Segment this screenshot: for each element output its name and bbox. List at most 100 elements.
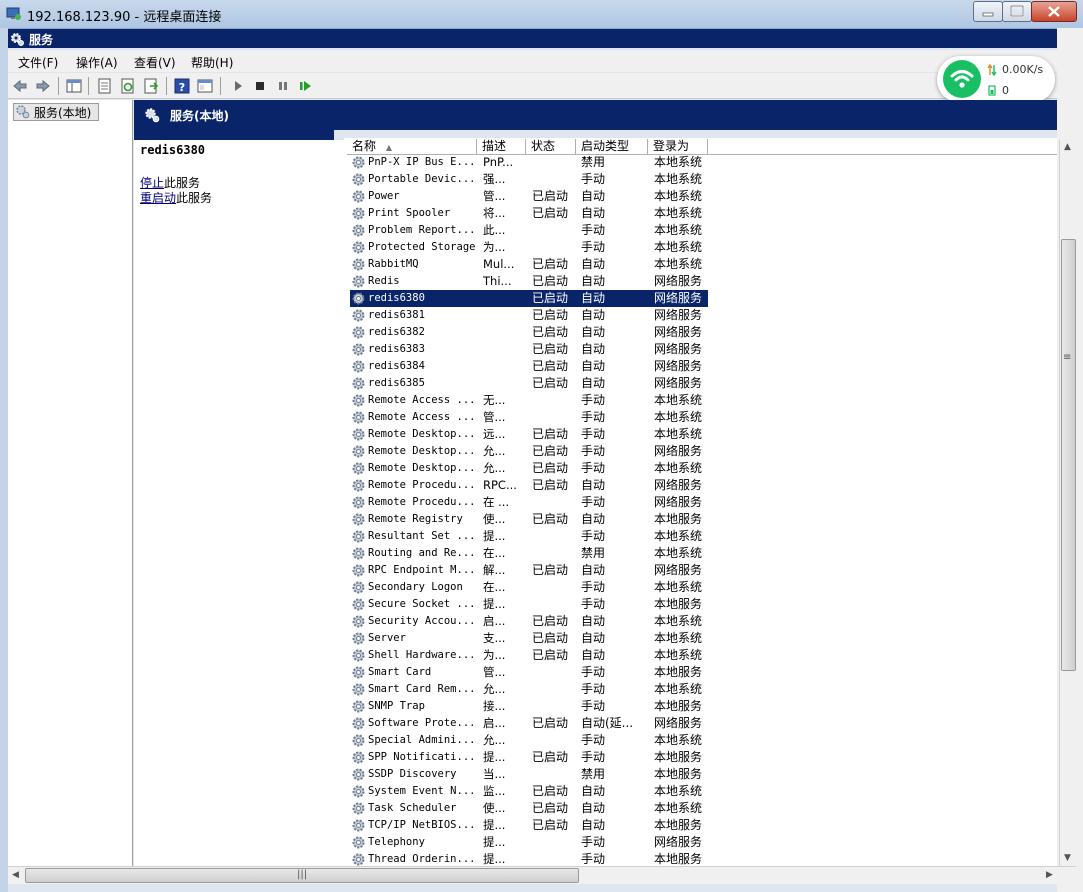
menu-help[interactable]: 帮助(H)	[191, 54, 233, 71]
service-row[interactable]: Protected Storage 为... 手动 本地系统	[350, 239, 708, 256]
service-row[interactable]: Remote Procedu... RPC... 已启动 自动 网络服务	[350, 477, 708, 494]
start-service-icon[interactable]	[230, 78, 246, 94]
menu-file[interactable]: 文件(F)	[18, 54, 58, 71]
service-row[interactable]: Remote Desktop... 允... 已启动 手动 本地系统	[350, 460, 708, 477]
service-status	[532, 596, 580, 613]
maximize-button[interactable]	[1002, 1, 1032, 22]
service-row[interactable]: RPC Endpoint M... 解... 已启动 自动 网络服务	[350, 562, 708, 579]
service-name: RPC Endpoint M...	[368, 564, 476, 576]
service-description	[483, 358, 529, 375]
show-hide-pane-icon[interactable]	[197, 78, 213, 94]
close-icon	[1048, 6, 1060, 17]
service-row[interactable]: Remote Access ... 无... 手动 本地系统	[350, 392, 708, 409]
service-name: Resultant Set ...	[368, 530, 476, 542]
service-logon-as: 本地系统	[654, 580, 703, 594]
scroll-right-icon[interactable]: ▶	[1046, 870, 1053, 880]
service-row[interactable]: Special Admini... 允... 手动 本地系统	[350, 732, 708, 749]
service-row[interactable]: SNMP Trap 接... 手动 本地服务	[350, 698, 708, 715]
properties-icon[interactable]	[97, 78, 113, 94]
column-header-name[interactable]: 名称 ▲	[347, 139, 477, 154]
column-header-description[interactable]: 描述	[477, 139, 526, 154]
service-row[interactable]: Software Prote... 启... 已启动 自动(延... 网络服务	[350, 715, 708, 732]
service-row[interactable]: Shell Hardware... 为... 已启动 自动 本地系统	[350, 647, 708, 664]
service-row[interactable]: SPP Notificati... 提... 已启动 手动 本地服务	[350, 749, 708, 766]
stop-service-link[interactable]: 停止	[140, 176, 164, 190]
scroll-up-icon[interactable]: ▲	[1064, 142, 1071, 152]
service-row[interactable]: Telephony 提... 手动 网络服务	[350, 834, 708, 851]
column-header-startup-type[interactable]: 启动类型	[576, 139, 648, 154]
service-startup-type: 自动	[581, 342, 606, 356]
service-row[interactable]: Redis Thi... 已启动 自动 网络服务	[350, 273, 708, 290]
content-title: 服务(本地)	[170, 109, 229, 123]
service-row[interactable]: Print Spooler 将... 已启动 自动 本地系统	[350, 205, 708, 222]
service-row[interactable]: PnP-X IP Bus E... PnP... 禁用 本地系统	[350, 154, 708, 171]
refresh-icon[interactable]	[120, 78, 136, 94]
service-startup-type: 手动	[581, 835, 606, 849]
service-row[interactable]: Smart Card 管... 手动 本地服务	[350, 664, 708, 681]
service-row[interactable]: redis6383 已启动 自动 网络服务	[350, 341, 708, 358]
service-row[interactable]: Secondary Logon 在... 手动 本地系统	[350, 579, 708, 596]
service-row[interactable]: System Event N... 监... 已启动 自动 本地系统	[350, 783, 708, 800]
service-row[interactable]: Secure Socket ... 提... 手动 本地服务	[350, 596, 708, 613]
service-row[interactable]: Power 管... 已启动 自动 本地系统	[350, 188, 708, 205]
service-row[interactable]: Smart Card Rem... 允... 手动 本地系统	[350, 681, 708, 698]
window-title: 192.168.123.90 - 远程桌面连接	[27, 10, 222, 25]
service-row[interactable]: Security Accou... 启... 已启动 自动 本地系统	[350, 613, 708, 630]
back-icon[interactable]	[12, 78, 28, 94]
console-tree-icon[interactable]	[66, 78, 82, 94]
service-description: 解...	[483, 563, 506, 577]
column-header-logon[interactable]: 登录为	[648, 139, 708, 154]
service-row[interactable]: redis6384 已启动 自动 网络服务	[350, 358, 708, 375]
restart-service-link[interactable]: 重启动	[140, 191, 176, 205]
service-row[interactable]: Server 支... 已启动 自动 本地系统	[350, 630, 708, 647]
service-startup-type: 自动	[581, 325, 606, 339]
service-logon-as: 本地服务	[654, 750, 703, 764]
service-row[interactable]: Portable Devic... 强... 手动 本地系统	[350, 171, 708, 188]
service-row[interactable]: redis6381 已启动 自动 网络服务	[350, 307, 708, 324]
minimize-button[interactable]	[973, 1, 1003, 22]
service-row[interactable]: SSDP Discovery 当... 禁用 本地服务	[350, 766, 708, 783]
restart-service-icon[interactable]	[298, 78, 314, 94]
service-row[interactable]: Remote Registry 使... 已启动 自动 本地服务	[350, 511, 708, 528]
service-logon-as: 本地系统	[654, 427, 703, 441]
scroll-down-icon[interactable]: ▼	[1064, 853, 1071, 863]
export-list-icon[interactable]	[143, 78, 159, 94]
vertical-scroll-thumb[interactable]	[1061, 239, 1076, 671]
service-logon-as: 本地服务	[654, 767, 703, 781]
service-startup-type: 手动	[581, 580, 606, 594]
services-gear-icon	[16, 105, 30, 119]
service-row[interactable]: Remote Desktop... 远... 已启动 手动 本地系统	[350, 426, 708, 443]
service-row[interactable]: Routing and Re... 在... 禁用 本地系统	[350, 545, 708, 562]
service-row[interactable]: Remote Access ... 管... 手动 本地系统	[350, 409, 708, 426]
service-row[interactable]: redis6382 已启动 自动 网络服务	[350, 324, 708, 341]
menu-action[interactable]: 操作(A)	[76, 54, 118, 71]
service-logon-as: 本地系统	[654, 393, 703, 407]
help-icon[interactable]: ?	[174, 78, 190, 94]
forward-icon[interactable]	[35, 78, 51, 94]
service-name: Secure Socket ...	[368, 598, 476, 610]
service-name: Security Accou...	[368, 615, 476, 627]
service-status: 已启动	[532, 818, 569, 832]
service-row[interactable]: TCP/IP NetBIOS... 提... 已启动 自动 本地服务	[350, 817, 708, 834]
service-status: 已启动	[532, 257, 569, 271]
column-header-status[interactable]: 状态	[526, 139, 576, 154]
service-row[interactable]: RabbitMQ Mul... 已启动 自动 本地系统	[350, 256, 708, 273]
service-row[interactable]: Resultant Set ... 提... 手动 本地系统	[350, 528, 708, 545]
service-name: Secondary Logon	[368, 581, 463, 593]
service-row[interactable]: redis6380 已启动 自动 网络服务	[350, 290, 708, 307]
pause-service-icon[interactable]	[275, 78, 291, 94]
service-row[interactable]: Task Scheduler 使... 已启动 自动 本地系统	[350, 800, 708, 817]
service-description: RPC...	[483, 478, 517, 492]
scroll-left-icon[interactable]: ◀	[12, 870, 19, 880]
service-row[interactable]: Problem Report... 此... 手动 本地系统	[350, 222, 708, 239]
stop-service-icon[interactable]	[252, 78, 268, 94]
stop-service-suffix: 此服务	[164, 176, 201, 190]
service-row[interactable]: redis6385 已启动 自动 网络服务	[350, 375, 708, 392]
menu-view[interactable]: 查看(V)	[134, 54, 176, 71]
close-button[interactable]	[1031, 1, 1077, 22]
service-row[interactable]: Remote Procedu... 在 ... 手动 网络服务	[350, 494, 708, 511]
service-logon-as: 本地系统	[654, 631, 703, 645]
service-name: Remote Access ...	[368, 411, 476, 423]
service-row[interactable]: Remote Desktop... 允... 已启动 手动 网络服务	[350, 443, 708, 460]
service-logon-as: 网络服务	[654, 835, 703, 849]
